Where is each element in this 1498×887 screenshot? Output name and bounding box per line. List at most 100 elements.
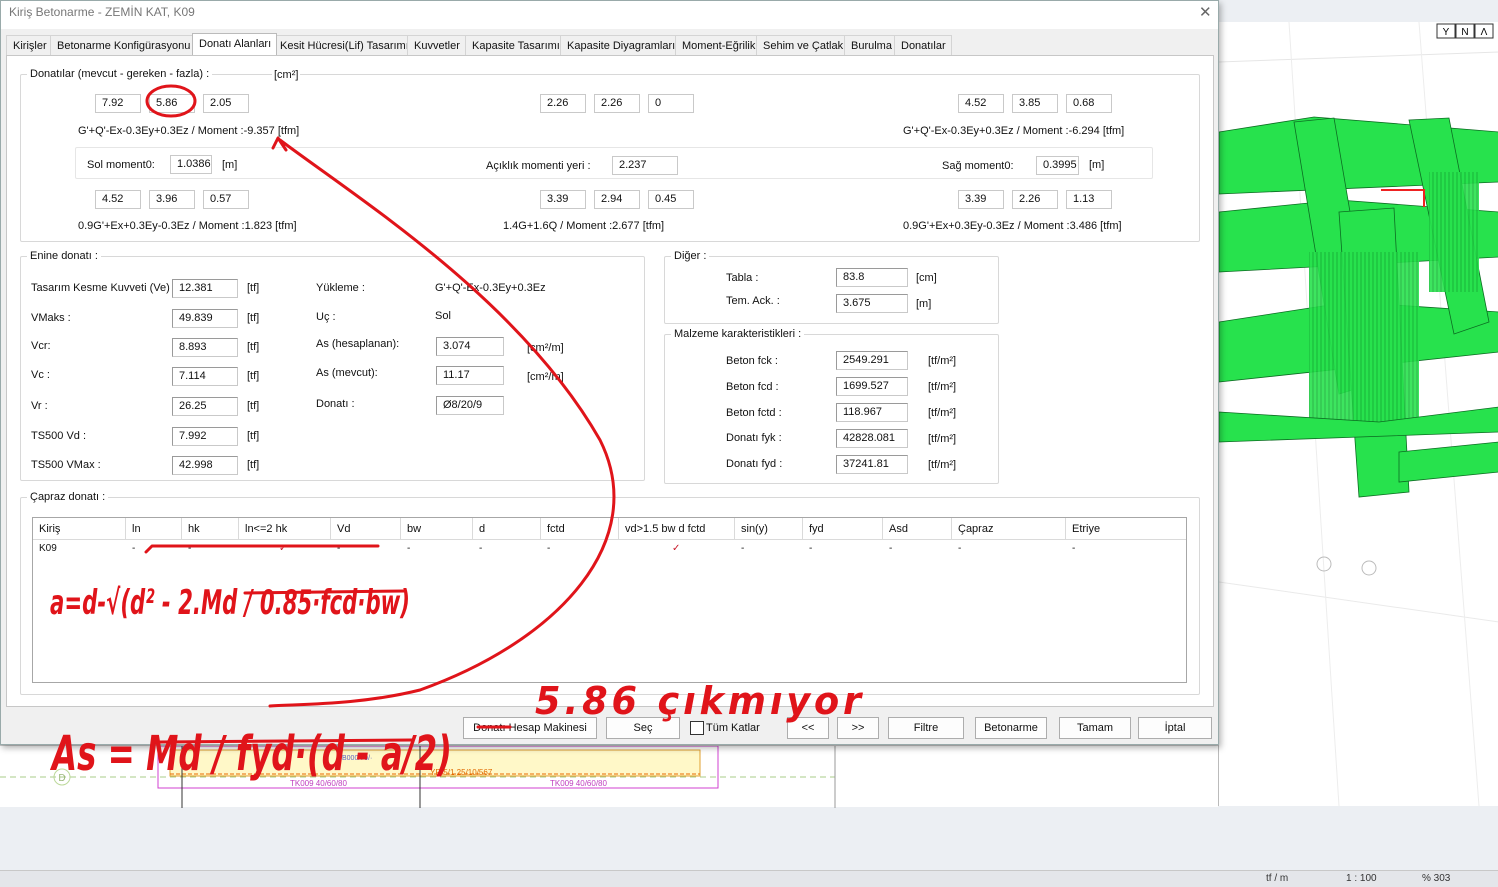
3d-model-view[interactable]: Y N Λ — [1218, 21, 1498, 807]
beton-fcd-value: 1699.527 — [836, 377, 908, 396]
cell-etriye: - — [1072, 543, 1076, 554]
as-hesaplanan-label: As (hesaplanan): — [316, 338, 400, 350]
cell-ln: - — [132, 543, 136, 554]
cell-fctd: - — [547, 543, 551, 554]
donati-fyk-value: 42828.081 — [836, 429, 908, 448]
axis-d-label: D — [58, 773, 65, 784]
diger-group: Diğer : Tabla : 83.8 [cm] Tem. Ack. : 3.… — [664, 250, 999, 324]
beton-fck-label: Beton fck : — [726, 355, 778, 367]
enine-title: Enine donatı : — [27, 250, 101, 262]
enine-donati-group: Enine donatı : Tasarım Kesme Kuvveti (Ve… — [20, 250, 645, 481]
view-button-y[interactable]: Y — [1443, 27, 1450, 38]
view-button-lambda[interactable]: Λ — [1481, 27, 1488, 38]
tab-donatilar[interactable]: Donatılar — [894, 35, 952, 55]
donati-label: Donatı : — [316, 398, 355, 410]
sol-moment0-label: Sol moment0: — [87, 159, 155, 171]
vr-label: Vr : — [31, 400, 48, 412]
vcr-value: 8.893 — [172, 338, 238, 357]
plan-view-strip[interactable]: D TK009 40/60/80 TK009 40/60/80 YP·5/1 2… — [0, 745, 1218, 808]
check-icon: ✓ — [672, 543, 681, 554]
status-bar: tf / m 1 : 100 % 303 — [0, 870, 1498, 887]
vr-unit: [tf] — [247, 400, 260, 412]
iptal-button[interactable]: İptal — [1138, 717, 1212, 739]
cell-capraz: - — [958, 543, 962, 554]
tab-donati-alanlari[interactable]: Donatı Alanları — [192, 33, 278, 55]
as-hesaplanan-unit: [cm²/m] — [527, 342, 564, 354]
top-right-fazla: 0.68 — [1066, 94, 1112, 113]
filtre-button[interactable]: Filtre — [888, 717, 964, 739]
view-button-n[interactable]: N — [1461, 27, 1468, 38]
window-title: Kiriş Betonarme - ZEMİN KAT, K09 — [9, 5, 195, 19]
combo-top-left: G'+Q'-Ex-0.3Ey+0.3Ez / Moment :-9.357 [t… — [78, 125, 300, 137]
tab-kapasite-tasarimi[interactable]: Kapasite Tasarımı — [465, 35, 566, 55]
ts500-vmax-unit: [tf] — [247, 459, 260, 471]
bot-right-gereken: 2.26 — [1012, 190, 1058, 209]
beton-fctd-label: Beton fctd : — [726, 407, 782, 419]
status-zoom[interactable]: % 303 — [1422, 873, 1450, 884]
table-row[interactable]: K09 - - ✓ - - - - ✓ - - - - - — [33, 518, 1186, 560]
top-left-gereken: 5.86 — [149, 94, 195, 113]
beton-fctd-unit: [tf/m²] — [928, 407, 957, 419]
bot-mid-mevcut: 3.39 — [540, 190, 586, 209]
bot-mid-gereken: 2.94 — [594, 190, 640, 209]
ve-label: Tasarım Kesme Kuvveti (Ve) — [31, 282, 170, 294]
prev-button[interactable]: << — [787, 717, 829, 739]
bot-left-fazla: 0.57 — [203, 190, 249, 209]
sag-moment0-label: Sağ moment0: — [942, 160, 1014, 172]
capraz-donati-grid[interactable]: Kiriş ln hk ln<=2 hk Vd bw d fctd vd>1.5… — [32, 517, 1187, 683]
donati-fyd-label: Donatı fyd : — [726, 458, 783, 470]
betonarme-button[interactable]: Betonarme — [975, 717, 1047, 739]
plan-label-1: TK009 40/60/80 — [290, 779, 347, 788]
top-mid-gereken: 2.26 — [594, 94, 640, 113]
malzeme-group: Malzeme karakteristikleri : Beton fck : … — [664, 328, 999, 484]
close-icon[interactable]: ✕ — [1199, 3, 1212, 21]
tum-katlar-label[interactable]: Tüm Katlar — [706, 722, 760, 734]
tab-kirisler[interactable]: Kirişler — [6, 35, 53, 55]
uc-value: Sol — [435, 310, 451, 322]
uc-label: Uç : — [316, 311, 336, 323]
next-button[interactable]: >> — [837, 717, 879, 739]
as-mevcut-label: As (mevcut): — [316, 367, 378, 379]
top-mid-fazla: 0 — [648, 94, 694, 113]
sol-moment0-unit: [m] — [222, 159, 238, 171]
malzeme-title: Malzeme karakteristikleri : — [671, 328, 805, 340]
ve-value: 12.381 — [172, 279, 238, 298]
cell-siny: - — [741, 543, 745, 554]
ts500-vd-label: TS500 Vd : — [31, 430, 87, 442]
vc-value: 7.114 — [172, 367, 238, 386]
cell-kiris: K09 — [39, 543, 57, 554]
as-hesaplanan-value: 3.074 — [436, 337, 504, 356]
vmaks-value: 49.839 — [172, 309, 238, 328]
tab-betonarme-konfigurasyonu[interactable]: Betonarme Konfigürasyonu — [50, 35, 197, 55]
bot-right-mevcut: 3.39 — [958, 190, 1004, 209]
beton-fcd-unit: [tf/m²] — [928, 381, 957, 393]
tab-sehim-ve-catlak[interactable]: Sehim ve Çatlak — [756, 35, 850, 55]
status-unit[interactable]: tf / m — [1266, 873, 1288, 884]
combo-top-right: G'+Q'-Ex-0.3Ey+0.3Ez / Moment :-6.294 [t… — [903, 125, 1125, 137]
bot-left-mevcut: 4.52 — [95, 190, 141, 209]
donati-hesap-makinesi-button[interactable]: Donatı Hesap Makinesi — [463, 717, 597, 739]
donatilar-unit: [cm²] — [272, 69, 301, 81]
cell-asd: - — [889, 543, 893, 554]
sec-button[interactable]: Seç — [606, 717, 680, 739]
check-icon: ✓ — [279, 543, 288, 554]
tab-moment-egrilik[interactable]: Moment-Eğrilik — [675, 35, 762, 55]
status-scale[interactable]: 1 : 100 — [1346, 873, 1377, 884]
vcr-label: Vcr: — [31, 340, 51, 352]
donati-fyk-label: Donatı fyk : — [726, 432, 782, 444]
top-right-gereken: 3.85 — [1012, 94, 1058, 113]
cell-fyd: - — [809, 543, 813, 554]
tab-burulma[interactable]: Burulma — [844, 35, 898, 55]
tab-kesit-hucresi[interactable]: Kesit Hücresi(Lif) Tasarımı — [273, 35, 415, 55]
tab-kuvvetler[interactable]: Kuvvetler — [407, 35, 466, 55]
vmaks-unit: [tf] — [247, 312, 260, 324]
vmaks-label: VMaks : — [31, 312, 71, 324]
tab-kapasite-diyagramlari[interactable]: Kapasite Diyagramları — [560, 35, 682, 55]
kiris-betonarme-dialog: Kiriş Betonarme - ZEMİN KAT, K09 ✕ Kiriş… — [0, 0, 1219, 745]
donatilar-title: Donatılar (mevcut - gereken - fazla) : — [27, 68, 213, 80]
tamam-button[interactable]: Tamam — [1059, 717, 1131, 739]
3d-beam-model: Y N Λ — [1218, 21, 1498, 807]
capraz-title: Çapraz donatı : — [27, 491, 109, 503]
cell-vd: - — [337, 543, 341, 554]
tum-katlar-checkbox[interactable] — [690, 721, 704, 735]
